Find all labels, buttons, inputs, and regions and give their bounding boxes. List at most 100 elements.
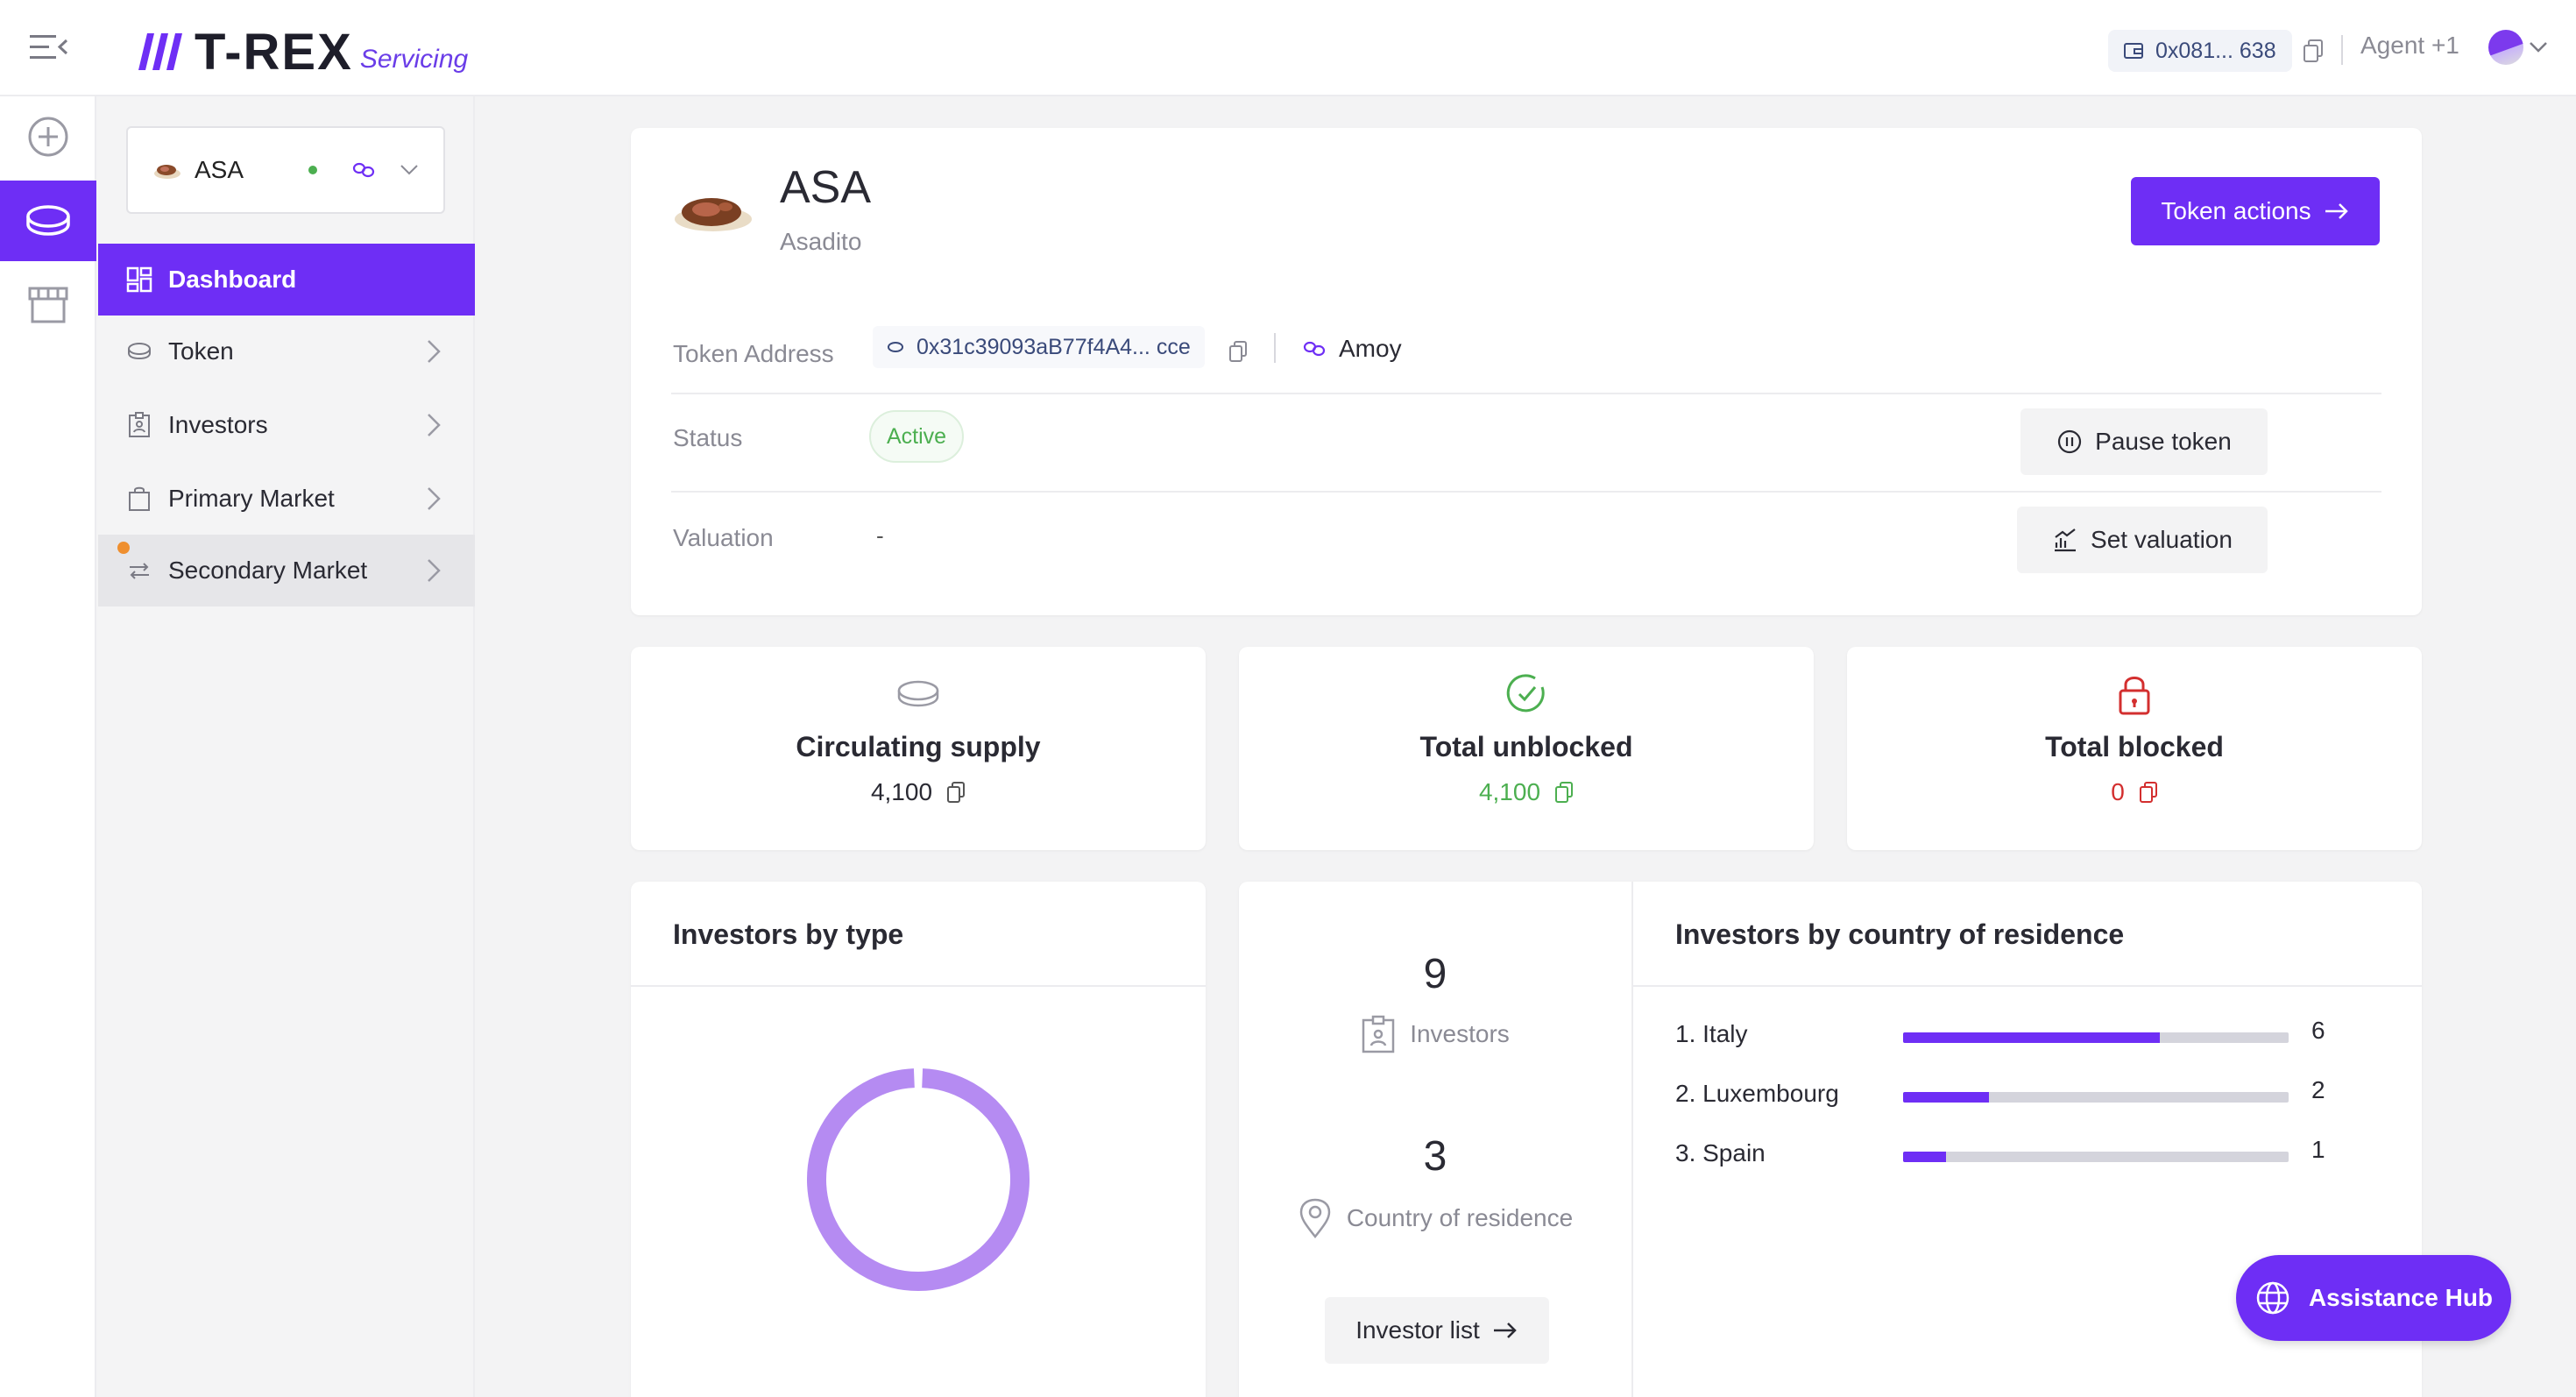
countries-count-label: Country of residence [1346, 1204, 1574, 1231]
circulating-supply-card: Circulating supply 4,100 [631, 647, 1206, 850]
wallet-icon [2124, 43, 2143, 59]
pause-token-button[interactable]: Pause token [2020, 408, 2268, 475]
investors-count: 9 [1423, 951, 1447, 997]
status-badge: Active [869, 410, 965, 463]
total-blocked-value: 0 [2111, 778, 2125, 805]
sidebar-item-label: Dashboard [168, 266, 297, 293]
app-logo[interactable]: T-REX Servicing [135, 19, 468, 79]
status-dot [308, 166, 317, 174]
investors-count-label: Investors [1410, 1020, 1510, 1047]
storefront-icon [28, 287, 68, 323]
wallet-address: 0x081... 638 [2155, 38, 2276, 63]
sidebar-item-label: Primary Market [168, 485, 335, 512]
card-title: Investors by country of residence [1675, 918, 2125, 950]
sidebar-item-investors[interactable]: Investors [98, 389, 475, 461]
id-badge-icon [1362, 1015, 1395, 1053]
divider [671, 393, 2381, 394]
country-bar-track [1903, 1032, 2289, 1043]
investors-count-label-row: Investors [1239, 1015, 1631, 1053]
rail-marketplace[interactable] [0, 265, 96, 345]
token-address-pill[interactable]: 0x31c39093aB77f4A4... cce [873, 326, 1205, 368]
chevron-right-icon [428, 340, 441, 363]
network-name: Amoy [1339, 335, 1402, 362]
stat-value-row: 0 [1847, 778, 2422, 806]
wallet-address-pill[interactable]: 0x081... 638 [2108, 30, 2292, 72]
card-title: Investors by type [673, 918, 904, 950]
copy-icon[interactable] [946, 781, 966, 804]
country-bar-track [1903, 1152, 2289, 1162]
button-label: Set valuation [2091, 526, 2233, 553]
token-address: 0x31c39093aB77f4A4... cce [916, 334, 1191, 359]
link-icon [352, 162, 375, 178]
country-bar [1903, 1032, 2161, 1043]
button-label: Investor list [1355, 1316, 1480, 1344]
logo-text: T-REX [195, 24, 353, 81]
dashboard-icon [126, 266, 152, 293]
menu-collapse-icon[interactable] [30, 32, 68, 63]
arrow-right-icon [2325, 203, 2348, 219]
country-row: 1. Italy 6 [1675, 1017, 2341, 1055]
sidebar-item-primary-market[interactable]: Primary Market [98, 463, 475, 535]
country-row: 2. Luxembourg 2 [1675, 1076, 2341, 1115]
set-valuation-button[interactable]: Set valuation [2017, 507, 2268, 573]
token-overview-card: ASA Asadito Token actions Token Address … [631, 128, 2422, 615]
avatar[interactable] [2488, 30, 2523, 65]
country-bar [1903, 1092, 1989, 1103]
coin-icon [26, 205, 70, 236]
sidebar-item-dashboard[interactable]: Dashboard [98, 244, 475, 316]
token-actions-button[interactable]: Token actions [2131, 177, 2380, 245]
copy-icon[interactable] [2139, 781, 2158, 804]
icon-rail [0, 96, 96, 1397]
valuation-label: Valuation [673, 524, 774, 551]
country-name: 2. Luxembourg [1675, 1080, 1839, 1107]
shopping-bag-icon [129, 486, 150, 511]
chevron-down-icon[interactable] [2529, 40, 2548, 54]
stat-title: Total blocked [2045, 731, 2224, 762]
country-count: 6 [2311, 1017, 2325, 1044]
top-bar: T-REX Servicing 0x081... 638 Agent +1 [0, 0, 2576, 96]
donut-slice[interactable] [807, 1068, 1030, 1291]
assistance-hub-button[interactable]: Assistance Hub [2236, 1255, 2511, 1341]
sidebar-item-token[interactable]: Token [98, 316, 475, 387]
total-unblocked-card: Total unblocked 4,100 [1239, 647, 1814, 850]
rail-tokens[interactable] [0, 181, 96, 261]
investor-list-button[interactable]: Investor list [1325, 1297, 1549, 1364]
link-icon [1303, 341, 1326, 357]
chevron-right-icon [428, 487, 441, 510]
button-label: Token actions [2161, 197, 2311, 224]
chevron-down-icon [400, 165, 418, 175]
sidebar-item-label: Secondary Market [168, 557, 368, 584]
globe-icon [2256, 1281, 2289, 1315]
coin-icon [888, 342, 903, 352]
countries-count-label-row: Country of residence [1239, 1197, 1631, 1239]
copy-icon[interactable] [1554, 781, 1574, 804]
stat-value-row: 4,100 [1239, 778, 1814, 806]
country-bar [1903, 1152, 1946, 1162]
location-pin-icon [1299, 1198, 1331, 1239]
button-label: Pause token [2095, 428, 2232, 455]
valuation-value: - [876, 522, 884, 549]
logo-subtitle: Servicing [359, 45, 469, 74]
button-label: Assistance Hub [2308, 1284, 2494, 1311]
copy-icon[interactable] [1228, 340, 1248, 363]
chevron-right-icon [428, 414, 441, 436]
token-selector-symbol: ASA [195, 156, 244, 183]
id-badge-icon [129, 412, 150, 437]
rail-create-token[interactable] [0, 96, 96, 177]
status-label: Status [673, 424, 743, 451]
countries-count: 3 [1423, 1133, 1447, 1180]
chevron-right-icon [428, 559, 441, 582]
sidebar-item-secondary-market[interactable]: Secondary Market [98, 535, 475, 606]
total-unblocked-value: 4,100 [1478, 778, 1541, 805]
country-count: 2 [2311, 1076, 2325, 1103]
token-name: Asadito [780, 228, 862, 255]
lock-icon [2119, 677, 2150, 715]
divider [631, 985, 1206, 987]
token-selector[interactable]: ASA [126, 126, 445, 214]
notification-dot [117, 542, 130, 554]
copy-icon[interactable] [2303, 39, 2324, 63]
country-name: 3. Spain [1675, 1139, 1766, 1167]
total-blocked-card: Total blocked 0 [1847, 647, 2422, 850]
token-image [675, 198, 752, 231]
divider [1633, 985, 2422, 987]
